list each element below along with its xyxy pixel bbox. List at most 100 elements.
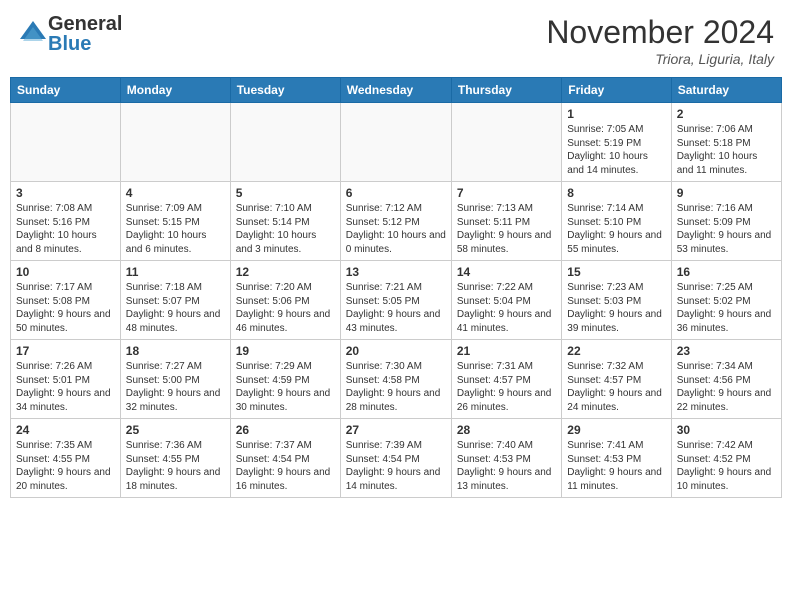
day-number: 7 [457, 186, 556, 200]
day-number: 13 [346, 265, 446, 279]
calendar-week-row: 24Sunrise: 7:35 AM Sunset: 4:55 PM Dayli… [11, 419, 782, 498]
calendar-header-tuesday: Tuesday [230, 78, 340, 103]
day-number: 29 [567, 423, 665, 437]
day-number: 23 [677, 344, 776, 358]
calendar-day-cell: 22Sunrise: 7:32 AM Sunset: 4:57 PM Dayli… [562, 340, 671, 419]
day-info: Sunrise: 7:10 AM Sunset: 5:14 PM Dayligh… [236, 202, 335, 256]
calendar-header-monday: Monday [120, 78, 230, 103]
day-info: Sunrise: 7:31 AM Sunset: 4:57 PM Dayligh… [457, 360, 556, 414]
calendar-header-sunday: Sunday [11, 78, 121, 103]
month-title: November 2024 [546, 14, 774, 51]
calendar-day-cell: 18 Sunrise: 7:27 AM Sunset: 5:00 PM Dayli… [120, 340, 230, 419]
day-info: Sunrise: 7:42 AM Sunset: 4:52 PM Dayligh… [677, 439, 776, 493]
calendar-day-cell: 11 Sunrise: 7:18 AM Sunset: 5:07 PM Dayli… [120, 261, 230, 340]
day-info: Sunrise: 7:12 AM Sunset: 5:12 PM Dayligh… [346, 202, 446, 256]
calendar-day-cell: 8 Sunrise: 7:14 AM Sunset: 5:10 PM Daylig… [562, 182, 671, 261]
day-number: 2 [677, 107, 776, 121]
calendar-day-cell: 30 Sunrise: 7:42 AM Sunset: 4:52 PM Dayli… [671, 419, 781, 498]
calendar-day-cell: 21 Sunrise: 7:31 AM Sunset: 4:57 PM Dayli… [451, 340, 561, 419]
day-number: 21 [457, 344, 556, 358]
day-number: 3 [16, 186, 115, 200]
calendar-day-cell [340, 103, 451, 182]
page-header: General Blue November 2024 Triora, Ligur… [10, 10, 782, 71]
calendar-day-cell: 28 Sunrise: 7:40 AM Sunset: 4:53 PM Dayli… [451, 419, 561, 498]
day-info: Sunrise: 7:13 AM Sunset: 5:11 PM Dayligh… [457, 202, 556, 256]
day-info: Sunrise: 7:20 AM Sunset: 5:06 PM Dayligh… [236, 281, 335, 335]
day-info: Sunrise: 7:34 AM Sunset: 4:56 PM Dayligh… [677, 360, 776, 414]
calendar-day-cell: 9Sunrise: 7:16 AM Sunset: 5:09 PM Daylig… [671, 182, 781, 261]
logo-icon [18, 19, 48, 49]
calendar-day-cell: 14 Sunrise: 7:22 AM Sunset: 5:04 PM Dayli… [451, 261, 561, 340]
calendar-header-friday: Friday [562, 78, 671, 103]
logo-general-text: General [48, 14, 122, 34]
day-number: 6 [346, 186, 446, 200]
day-number: 9 [677, 186, 776, 200]
day-info: Sunrise: 7:29 AM Sunset: 4:59 PM Dayligh… [236, 360, 335, 414]
day-info: Sunrise: 7:22 AM Sunset: 5:04 PM Dayligh… [457, 281, 556, 335]
day-number: 19 [236, 344, 335, 358]
day-number: 15 [567, 265, 665, 279]
day-number: 14 [457, 265, 556, 279]
day-number: 1 [567, 107, 665, 121]
day-info: Sunrise: 7:23 AM Sunset: 5:03 PM Dayligh… [567, 281, 665, 335]
calendar-day-cell [230, 103, 340, 182]
day-number: 8 [567, 186, 665, 200]
day-number: 17 [16, 344, 115, 358]
day-info: Sunrise: 7:08 AM Sunset: 5:16 PM Dayligh… [16, 202, 115, 256]
calendar-day-cell [451, 103, 561, 182]
calendar-day-cell: 4 Sunrise: 7:09 AM Sunset: 5:15 PM Daylig… [120, 182, 230, 261]
day-number: 27 [346, 423, 446, 437]
day-info: Sunrise: 7:21 AM Sunset: 5:05 PM Dayligh… [346, 281, 446, 335]
day-info: Sunrise: 7:14 AM Sunset: 5:10 PM Dayligh… [567, 202, 665, 256]
calendar-week-row: 10 Sunrise: 7:17 AM Sunset: 5:08 PM Dayli… [11, 261, 782, 340]
calendar-day-cell: 1Sunrise: 7:05 AM Sunset: 5:19 PM Daylig… [562, 103, 671, 182]
day-number: 22 [567, 344, 665, 358]
calendar-day-cell: 2 Sunrise: 7:06 AM Sunset: 5:18 PM Daylig… [671, 103, 781, 182]
calendar-day-cell: 25 Sunrise: 7:36 AM Sunset: 4:55 PM Dayli… [120, 419, 230, 498]
day-info: Sunrise: 7:27 AM Sunset: 5:00 PM Dayligh… [126, 360, 225, 414]
day-number: 18 [126, 344, 225, 358]
calendar-day-cell: 13 Sunrise: 7:21 AM Sunset: 5:05 PM Dayli… [340, 261, 451, 340]
day-number: 24 [16, 423, 115, 437]
day-info: Sunrise: 7:41 AM Sunset: 4:53 PM Dayligh… [567, 439, 665, 493]
day-number: 10 [16, 265, 115, 279]
day-info: Sunrise: 7:40 AM Sunset: 4:53 PM Dayligh… [457, 439, 556, 493]
day-number: 16 [677, 265, 776, 279]
calendar-day-cell: 10 Sunrise: 7:17 AM Sunset: 5:08 PM Dayli… [11, 261, 121, 340]
calendar-day-cell: 24Sunrise: 7:35 AM Sunset: 4:55 PM Dayli… [11, 419, 121, 498]
day-info: Sunrise: 7:17 AM Sunset: 5:08 PM Dayligh… [16, 281, 115, 335]
calendar-week-row: 17 Sunrise: 7:26 AM Sunset: 5:01 PM Dayli… [11, 340, 782, 419]
day-number: 20 [346, 344, 446, 358]
calendar-day-cell: 5Sunrise: 7:10 AM Sunset: 5:14 PM Daylig… [230, 182, 340, 261]
calendar-day-cell: 23 Sunrise: 7:34 AM Sunset: 4:56 PM Dayli… [671, 340, 781, 419]
day-info: Sunrise: 7:06 AM Sunset: 5:18 PM Dayligh… [677, 123, 776, 177]
day-number: 4 [126, 186, 225, 200]
calendar-day-cell: 15 Sunrise: 7:23 AM Sunset: 5:03 PM Dayli… [562, 261, 671, 340]
day-number: 28 [457, 423, 556, 437]
day-number: 26 [236, 423, 335, 437]
title-section: November 2024 Triora, Liguria, Italy [546, 14, 774, 67]
day-info: Sunrise: 7:09 AM Sunset: 5:15 PM Dayligh… [126, 202, 225, 256]
day-info: Sunrise: 7:39 AM Sunset: 4:54 PM Dayligh… [346, 439, 446, 493]
location-text: Triora, Liguria, Italy [546, 51, 774, 67]
calendar-day-cell: 20Sunrise: 7:30 AM Sunset: 4:58 PM Dayli… [340, 340, 451, 419]
day-info: Sunrise: 7:25 AM Sunset: 5:02 PM Dayligh… [677, 281, 776, 335]
day-number: 12 [236, 265, 335, 279]
calendar-header-row: SundayMondayTuesdayWednesdayThursdayFrid… [11, 78, 782, 103]
day-info: Sunrise: 7:37 AM Sunset: 4:54 PM Dayligh… [236, 439, 335, 493]
day-info: Sunrise: 7:26 AM Sunset: 5:01 PM Dayligh… [16, 360, 115, 414]
day-number: 30 [677, 423, 776, 437]
calendar-day-cell: 12 Sunrise: 7:20 AM Sunset: 5:06 PM Dayli… [230, 261, 340, 340]
calendar-header-thursday: Thursday [451, 78, 561, 103]
day-number: 25 [126, 423, 225, 437]
calendar-day-cell: 7 Sunrise: 7:13 AM Sunset: 5:11 PM Daylig… [451, 182, 561, 261]
calendar-header-saturday: Saturday [671, 78, 781, 103]
day-info: Sunrise: 7:36 AM Sunset: 4:55 PM Dayligh… [126, 439, 225, 493]
day-number: 11 [126, 265, 225, 279]
logo-blue-text: Blue [48, 34, 122, 54]
calendar-day-cell: 19 Sunrise: 7:29 AM Sunset: 4:59 PM Dayli… [230, 340, 340, 419]
calendar-day-cell: 17 Sunrise: 7:26 AM Sunset: 5:01 PM Dayli… [11, 340, 121, 419]
calendar-day-cell: 27 Sunrise: 7:39 AM Sunset: 4:54 PM Dayli… [340, 419, 451, 498]
day-info: Sunrise: 7:18 AM Sunset: 5:07 PM Dayligh… [126, 281, 225, 335]
calendar-week-row: 3 Sunrise: 7:08 AM Sunset: 5:16 PM Daylig… [11, 182, 782, 261]
